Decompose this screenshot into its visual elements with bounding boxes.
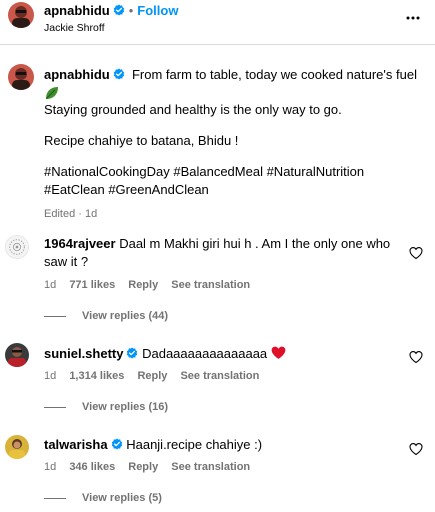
post-header: apnabhidu • Follow Jackie Shroff — [0, 0, 435, 44]
caption-line-2: Staying grounded and healthy is the only… — [44, 102, 342, 117]
comment-talwarisha: talwarisha Haanji.recipe chahiye :) — [44, 436, 399, 454]
replies-line — [44, 497, 66, 499]
caption-line-3: Recipe chahiye to batana, Bhidu ! — [44, 133, 239, 148]
comment-username[interactable]: suniel.shetty — [44, 346, 123, 361]
avatar-apnabhidu-caption[interactable] — [8, 64, 34, 90]
see-translation-button[interactable]: See translation — [171, 279, 250, 291]
caption-hashtags-2[interactable]: #EatClean #GreenAndClean — [44, 181, 424, 199]
comment-time: 1d — [44, 370, 57, 382]
reply-button[interactable]: Reply — [137, 370, 167, 382]
see-translation-button[interactable]: See translation — [171, 461, 250, 473]
reply-button[interactable]: Reply — [128, 461, 158, 473]
avatar-talwarisha[interactable] — [5, 435, 29, 459]
verified-badge-icon — [111, 438, 123, 450]
more-options-icon[interactable] — [405, 10, 421, 26]
avatar-suniel-shetty[interactable] — [5, 343, 29, 367]
comment-suniel-shetty: suniel.shetty Dadaaaaaaaaaaaaaa — [44, 345, 399, 363]
comment-likes[interactable]: 771 likes — [69, 279, 115, 291]
view-replies-button[interactable]: View replies (44) — [44, 310, 168, 322]
view-replies-label: View replies (16) — [82, 401, 169, 413]
replies-line — [44, 406, 66, 408]
header-title-row: apnabhidu • Follow — [44, 2, 178, 20]
comment-meta: 1d 346 likes Reply See translation — [44, 461, 260, 473]
header-divider — [0, 44, 435, 45]
view-replies-label: View replies (44) — [82, 310, 169, 322]
verified-badge-icon — [126, 347, 138, 359]
comment-meta: 1d 771 likes Reply See translation — [44, 279, 260, 291]
caption-line-1: From farm to table, today we cooked natu… — [131, 67, 417, 82]
like-heart-icon[interactable] — [409, 246, 423, 260]
view-replies-button[interactable]: View replies (16) — [44, 401, 168, 413]
red-heart-emoji-icon — [271, 346, 286, 360]
like-heart-icon[interactable] — [409, 350, 423, 364]
avatar-apnabhidu-header[interactable] — [8, 2, 34, 28]
avatar-1964rajveer[interactable] — [5, 235, 29, 259]
follow-button[interactable]: Follow — [137, 3, 178, 18]
comment-username[interactable]: talwarisha — [44, 437, 108, 452]
view-replies-button[interactable]: View replies (5) — [44, 492, 162, 504]
header-username[interactable]: apnabhidu — [44, 3, 110, 18]
comment-likes[interactable]: 346 likes — [69, 461, 115, 473]
caption-hashtags-1[interactable]: #NationalCookingDay #BalancedMeal #Natur… — [44, 163, 424, 181]
comment-meta: 1d 1,314 likes Reply See translation — [44, 370, 269, 382]
post-caption: apnabhidu From farm to table, today we c… — [44, 66, 424, 223]
reply-button[interactable]: Reply — [128, 279, 158, 291]
verified-badge-icon — [113, 4, 125, 16]
view-replies-label: View replies (5) — [82, 492, 162, 504]
caption-username[interactable]: apnabhidu — [44, 67, 110, 82]
separator-dot: • — [128, 3, 134, 18]
comment-1964rajveer: 1964rajveer Daal m Makhi giri hui h . Am… — [44, 235, 399, 271]
verified-badge-icon — [113, 68, 125, 80]
caption-meta: Edited · 1d — [44, 208, 98, 220]
comment-time: 1d — [44, 461, 57, 473]
replies-line — [44, 315, 66, 317]
comment-username[interactable]: 1964rajveer — [44, 236, 116, 251]
comment-text: Haanji.recipe chahiye :) — [126, 437, 263, 452]
comment-time: 1d — [44, 279, 57, 291]
like-heart-icon[interactable] — [409, 442, 423, 456]
see-translation-button[interactable]: See translation — [180, 370, 259, 382]
header-subtitle: Jackie Shroff — [44, 22, 105, 34]
comment-likes[interactable]: 1,314 likes — [69, 370, 124, 382]
leaf-emoji-icon — [44, 85, 60, 101]
comment-text: Dadaaaaaaaaaaaaaa — [142, 346, 268, 361]
